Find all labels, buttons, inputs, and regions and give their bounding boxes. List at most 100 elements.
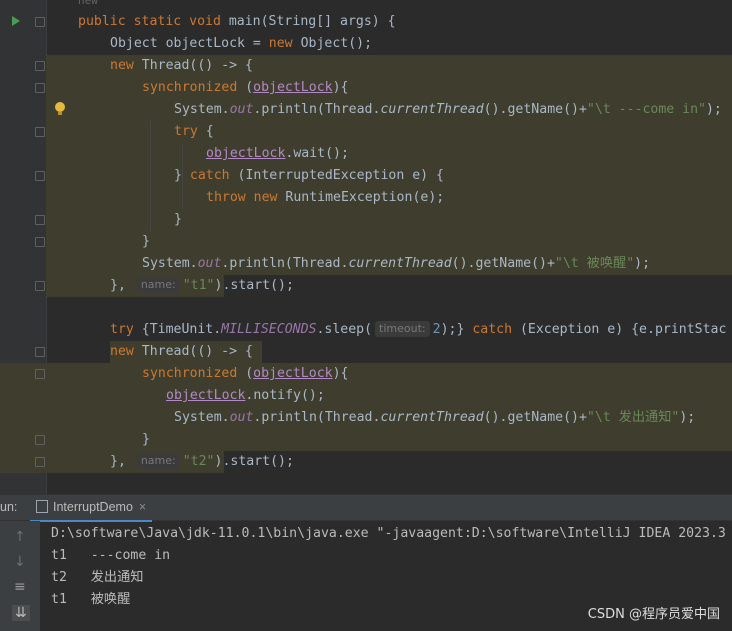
console-icon: [36, 500, 48, 513]
code-token: "\t 被唤醒": [554, 256, 635, 271]
code-line: objectLock.wait();: [206, 143, 349, 165]
code-line-main: public static void main(String[] args) {: [78, 11, 396, 33]
code-token: (InterruptedException e) {: [237, 168, 444, 183]
fold-icon[interactable]: [35, 61, 45, 71]
code-token: .println(Thread.: [253, 102, 381, 117]
code-token: .println(Thread.: [253, 410, 381, 425]
code-token: ){: [332, 366, 349, 381]
parameter-hint: timeout:: [375, 321, 430, 337]
code-line: System.out.println(Thread.currentThread(…: [174, 407, 695, 429]
code-token: 2: [432, 322, 441, 337]
code-line: new Thread(() -> {: [110, 341, 253, 363]
run-tab-interruptdemo[interactable]: InterruptDemo ×: [30, 495, 153, 522]
code-line: synchronized (objectLock){: [142, 363, 348, 385]
code-line: }, name: "t2").start();: [110, 451, 294, 473]
code-token: "t2": [182, 454, 215, 469]
code-line: try {TimeUnit.MILLISECONDS.sleep(timeout…: [110, 319, 726, 341]
down-arrow-icon[interactable]: ↓: [14, 554, 26, 570]
code-token: }: [174, 168, 190, 183]
code-token: currentThread: [380, 102, 484, 117]
code-line: Object objectLock = new Object();: [110, 33, 372, 55]
code-line: }: [142, 231, 150, 253]
code-token: ).start();: [214, 454, 294, 469]
code-line: try {: [174, 121, 214, 143]
code-token: RuntimeException(e);: [285, 190, 445, 205]
code-token: new: [110, 58, 142, 73]
scroll-to-end-icon[interactable]: ⇊: [12, 605, 30, 621]
code-token: currentThread: [380, 410, 484, 425]
run-main-icon[interactable]: [12, 16, 20, 26]
code-token: try: [174, 124, 206, 139]
code-token: {TimeUnit.: [141, 322, 222, 337]
code-token: ){: [332, 80, 349, 95]
code-token: System.: [174, 102, 230, 117]
fold-icon[interactable]: [35, 347, 45, 357]
watermark: CSDN @程序员爱中国: [587, 607, 720, 622]
code-token: synchronized: [142, 366, 246, 381]
code-token: .println(Thread.: [221, 256, 349, 271]
code-token: Object();: [300, 36, 373, 51]
code-line: System.out.println(Thread.currentThread(…: [174, 99, 722, 121]
console-line: t2 发出通知: [51, 570, 144, 585]
code-token: }: [142, 432, 150, 447]
code-line: }: [142, 429, 150, 451]
parameter-hint: name:: [136, 277, 180, 293]
code-token: objectLock: [253, 80, 333, 95]
code-token: (Exception e) {e.printStac: [519, 322, 727, 337]
code-token: objectLock: [253, 366, 333, 381]
code-token: }: [174, 212, 182, 227]
fold-icon[interactable]: [35, 17, 45, 27]
parameter-hint: name:: [136, 453, 180, 469]
code-token: try: [110, 322, 142, 337]
code-token: );}: [440, 322, 473, 337]
code-token: .sleep(: [316, 322, 373, 337]
code-token: catch: [189, 168, 238, 183]
close-icon[interactable]: ×: [139, 500, 146, 514]
code-token: public static void: [78, 14, 229, 29]
code-token: System.: [142, 256, 198, 271]
code-line: new Thread(() -> {: [110, 55, 253, 77]
fold-icon[interactable]: [35, 83, 45, 93]
console-line: t1 被唤醒: [51, 592, 131, 607]
console-line: D:\software\Java\jdk-11.0.1\bin\java.exe…: [51, 526, 726, 541]
code-token: {: [205, 124, 214, 139]
code-token: "\t 发出通知": [586, 410, 680, 425]
code-token: Thread(() -> {: [141, 344, 253, 359]
code-token: objectLock: [166, 388, 246, 403]
code-token: out: [229, 102, 254, 117]
fold-icon[interactable]: [35, 171, 45, 181]
fold-icon[interactable]: [35, 281, 45, 291]
code-token: (: [245, 80, 254, 95]
code-token: new: [268, 36, 301, 51]
code-token: ().getName()+: [483, 410, 587, 425]
code-token: .wait();: [285, 146, 349, 161]
code-token: ().getName()+: [483, 102, 587, 117]
soft-wrap-icon[interactable]: ≡: [14, 579, 26, 595]
run-tool-header: un: InterruptDemo ×: [0, 495, 732, 522]
code-token: );: [634, 256, 651, 271]
code-token: out: [229, 410, 254, 425]
code-token: },: [110, 278, 134, 293]
fold-icon[interactable]: [35, 369, 45, 379]
code-line: objectLock.notify();: [166, 385, 325, 407]
up-arrow-icon[interactable]: ↑: [14, 529, 26, 545]
fold-icon[interactable]: [35, 237, 45, 247]
fold-icon[interactable]: [35, 435, 45, 445]
code-token: MILLISECONDS: [221, 322, 317, 337]
code-token: catch: [472, 322, 520, 337]
fold-icon[interactable]: [35, 127, 45, 137]
code-line: System.out.println(Thread.currentThread(…: [142, 253, 650, 275]
fold-icon[interactable]: [35, 457, 45, 467]
fold-icon[interactable]: [35, 215, 45, 225]
code-token: objectLock: [206, 146, 286, 161]
code-line: } catch (InterruptedException e) {: [174, 165, 444, 187]
code-token: .notify();: [245, 388, 325, 403]
run-label: un:: [0, 500, 18, 514]
code-line: }: [174, 209, 182, 231]
code-line: synchronized (objectLock){: [142, 77, 348, 99]
code-token: ().getName()+: [451, 256, 555, 271]
lightbulb-icon[interactable]: [55, 102, 65, 115]
console-line: t1 ---come in: [51, 548, 171, 563]
code-token: }: [142, 234, 150, 249]
